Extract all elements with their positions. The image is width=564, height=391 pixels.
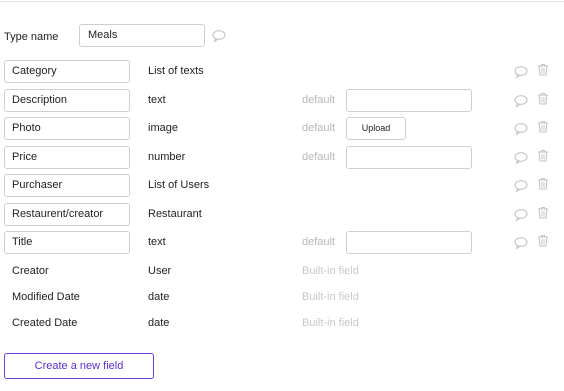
field-type: date: [148, 291, 170, 303]
field-name-label: Created Date: [12, 317, 78, 329]
field-type: User: [148, 265, 172, 277]
built-in-label: Built-in field: [302, 265, 359, 277]
default-label: default: [302, 94, 336, 106]
field-name-input[interactable]: Price: [4, 146, 130, 169]
field-name-input[interactable]: Photo: [4, 117, 130, 140]
speech-bubble-icon[interactable]: [514, 236, 528, 250]
type-name-input[interactable]: Meals: [79, 24, 205, 47]
speech-bubble-icon[interactable]: [514, 65, 528, 79]
field-name-input[interactable]: Description: [4, 89, 130, 112]
speech-bubble-icon[interactable]: [514, 94, 528, 108]
trash-icon[interactable]: [537, 120, 549, 133]
field-row: Photo image default Upload: [0, 117, 564, 141]
default-label: default: [302, 122, 336, 134]
speech-bubble-icon[interactable]: [212, 29, 226, 43]
upload-button[interactable]: Upload: [346, 117, 406, 140]
field-name-input[interactable]: Purchaser: [4, 174, 130, 197]
field-name-input[interactable]: Category: [4, 60, 130, 83]
field-name-label: Modified Date: [12, 291, 80, 303]
default-value-input[interactable]: [346, 146, 472, 169]
field-row: Category List of texts: [0, 60, 564, 84]
trash-icon[interactable]: [537, 63, 549, 76]
field-row: Created Date date Built-in field: [0, 312, 564, 336]
speech-bubble-icon[interactable]: [514, 122, 528, 136]
field-type: List of Users: [148, 179, 210, 191]
type-name-label: Type name: [4, 31, 59, 43]
field-type: text: [148, 236, 166, 248]
field-name-input[interactable]: Title: [4, 231, 130, 254]
trash-icon[interactable]: [537, 92, 549, 105]
speech-bubble-icon[interactable]: [514, 208, 528, 222]
field-type: text: [148, 94, 166, 106]
speech-bubble-icon[interactable]: [514, 151, 528, 165]
default-value-input[interactable]: [346, 89, 472, 112]
field-type: number: [148, 151, 186, 163]
field-type: date: [148, 317, 170, 329]
field-name-input[interactable]: Restaurent/creator: [4, 203, 130, 226]
create-new-field-button[interactable]: Create a new field: [4, 353, 154, 379]
field-row: Description text default: [0, 89, 564, 113]
field-row: Creator User Built-in field: [0, 260, 564, 284]
speech-bubble-icon[interactable]: [514, 179, 528, 193]
field-row: Price number default: [0, 146, 564, 170]
trash-icon[interactable]: [537, 149, 549, 162]
field-row: Modified Date date Built-in field: [0, 286, 564, 310]
field-row: Title text default: [0, 231, 564, 255]
trash-icon[interactable]: [537, 234, 549, 247]
built-in-label: Built-in field: [302, 317, 359, 329]
top-divider: [0, 1, 564, 2]
default-value-input[interactable]: [346, 231, 472, 254]
default-label: default: [302, 236, 336, 248]
default-label: default: [302, 151, 336, 163]
field-row: Restaurent/creator Restaurant: [0, 203, 564, 227]
field-type: image: [148, 122, 178, 134]
field-type: List of texts: [148, 65, 204, 77]
trash-icon[interactable]: [537, 206, 549, 219]
field-row: Purchaser List of Users: [0, 174, 564, 198]
built-in-label: Built-in field: [302, 291, 359, 303]
trash-icon[interactable]: [537, 177, 549, 190]
field-name-label: Creator: [12, 265, 49, 277]
field-type: Restaurant: [148, 208, 202, 220]
